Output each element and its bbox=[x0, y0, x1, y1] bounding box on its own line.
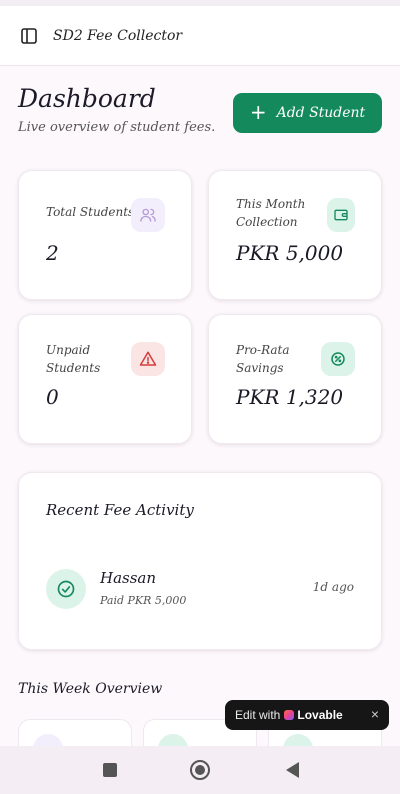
home-circle-icon[interactable] bbox=[188, 758, 212, 782]
page-subtitle: Live overview of student fees. bbox=[18, 120, 216, 135]
stat-card-unpaid-students: Unpaid Students 0 bbox=[18, 314, 192, 444]
stat-value: PKR 5,000 bbox=[236, 241, 344, 265]
activity-student-name: Hassan bbox=[100, 569, 157, 587]
stat-card-month-collection: This Month Collection PKR 5,000 bbox=[208, 170, 382, 300]
app-bar: SD2 Fee Collector bbox=[0, 6, 400, 66]
back-triangle-icon[interactable] bbox=[280, 758, 304, 782]
alert-triangle-icon bbox=[131, 342, 165, 376]
activity-title: Recent Fee Activity bbox=[46, 501, 194, 519]
stat-label: This Month Collection bbox=[236, 197, 306, 229]
wallet-icon bbox=[327, 198, 355, 232]
stat-label: Total Students bbox=[46, 205, 135, 219]
stat-label: Unpaid Students bbox=[46, 343, 101, 375]
lovable-brand: Lovable bbox=[284, 708, 343, 722]
lovable-brand-label: Lovable bbox=[297, 708, 343, 722]
square-icon[interactable] bbox=[98, 758, 122, 782]
add-student-button[interactable]: + Add Student bbox=[233, 93, 382, 133]
stat-card-pro-rata-savings: Pro-Rata Savings PKR 1,320 bbox=[208, 314, 382, 444]
lovable-prefix: Edit with bbox=[235, 708, 281, 722]
stat-card-total-students: Total Students 2 bbox=[18, 170, 192, 300]
lovable-badge[interactable]: Edit with Lovable × bbox=[225, 700, 389, 730]
system-nav-bar bbox=[0, 746, 400, 794]
add-student-label: Add Student bbox=[276, 105, 366, 121]
stat-value: 2 bbox=[46, 241, 59, 265]
percent-badge-icon bbox=[321, 342, 355, 376]
week-overview-title: This Week Overview bbox=[18, 681, 163, 697]
close-icon[interactable]: × bbox=[371, 706, 379, 722]
app-title: SD2 Fee Collector bbox=[53, 27, 183, 44]
lovable-heart-icon bbox=[284, 710, 295, 720]
stat-value: 0 bbox=[46, 385, 59, 409]
recent-activity-card: Recent Fee Activity Hassan Paid PKR 5,00… bbox=[18, 472, 382, 650]
users-icon bbox=[131, 198, 165, 232]
activity-detail: Paid PKR 5,000 bbox=[100, 594, 187, 607]
check-circle-icon bbox=[46, 569, 86, 609]
stat-value: PKR 1,320 bbox=[236, 385, 344, 409]
plus-icon: + bbox=[249, 100, 267, 124]
stat-label: Pro-Rata Savings bbox=[236, 343, 290, 375]
activity-time: 1d ago bbox=[312, 580, 354, 594]
page-title: Dashboard bbox=[18, 84, 156, 113]
sidebar-toggle-icon[interactable] bbox=[20, 27, 38, 45]
